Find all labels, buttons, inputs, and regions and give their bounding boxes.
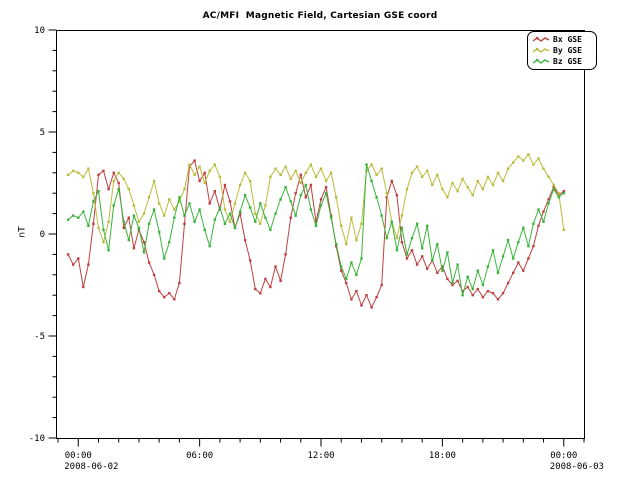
legend-item-bx: Bx GSE bbox=[532, 34, 594, 45]
by-line-sample-icon bbox=[532, 46, 550, 55]
legend-label-by: By GSE bbox=[553, 46, 582, 55]
series-markers-bx-gse bbox=[67, 159, 565, 308]
series-markers-by-gse bbox=[67, 153, 565, 245]
legend-item-bz: Bz GSE bbox=[532, 56, 594, 67]
y-axis-ticks bbox=[49, 30, 57, 438]
svg-text:2008-06-02: 2008-06-02 bbox=[64, 462, 118, 472]
series-markers-bz-gse bbox=[67, 163, 565, 296]
series-line-bz-gse bbox=[68, 165, 564, 296]
svg-text:18:00: 18:00 bbox=[429, 451, 456, 461]
svg-text:00:00: 00:00 bbox=[65, 451, 92, 461]
legend-label-bx: Bx GSE bbox=[553, 35, 582, 44]
plot-area: -10-5051000:002008-06-0206:0012:0018:000… bbox=[0, 0, 640, 480]
svg-text:10: 10 bbox=[34, 26, 45, 36]
legend-box: Bx GSE By GSE Bz GSE bbox=[527, 31, 597, 70]
legend-item-by: By GSE bbox=[532, 45, 594, 56]
x-axis-ticks bbox=[58, 439, 584, 447]
plot-frame bbox=[57, 31, 585, 439]
bx-line-sample-icon bbox=[532, 35, 550, 44]
x-tick-labels: 00:002008-06-0206:0012:0018:0000:002008-… bbox=[64, 451, 604, 472]
svg-text:-10: -10 bbox=[29, 434, 45, 444]
svg-text:5: 5 bbox=[40, 128, 45, 138]
svg-text:00:00: 00:00 bbox=[550, 451, 577, 461]
bz-line-sample-icon bbox=[532, 57, 550, 66]
series-line-by-gse bbox=[68, 154, 564, 244]
svg-text:2008-06-03: 2008-06-03 bbox=[550, 462, 604, 472]
series-line-bx-gse bbox=[68, 161, 564, 308]
y-tick-labels: -10 -5 0 5 10 bbox=[29, 26, 45, 444]
svg-text:12:00: 12:00 bbox=[307, 451, 334, 461]
chart-canvas: AC/MFI Magnetic Field, Cartesian GSE coo… bbox=[0, 0, 640, 480]
svg-text:06:00: 06:00 bbox=[186, 451, 213, 461]
svg-text:-5: -5 bbox=[34, 332, 45, 342]
svg-text:0: 0 bbox=[40, 230, 45, 240]
legend-label-bz: Bz GSE bbox=[553, 57, 582, 66]
